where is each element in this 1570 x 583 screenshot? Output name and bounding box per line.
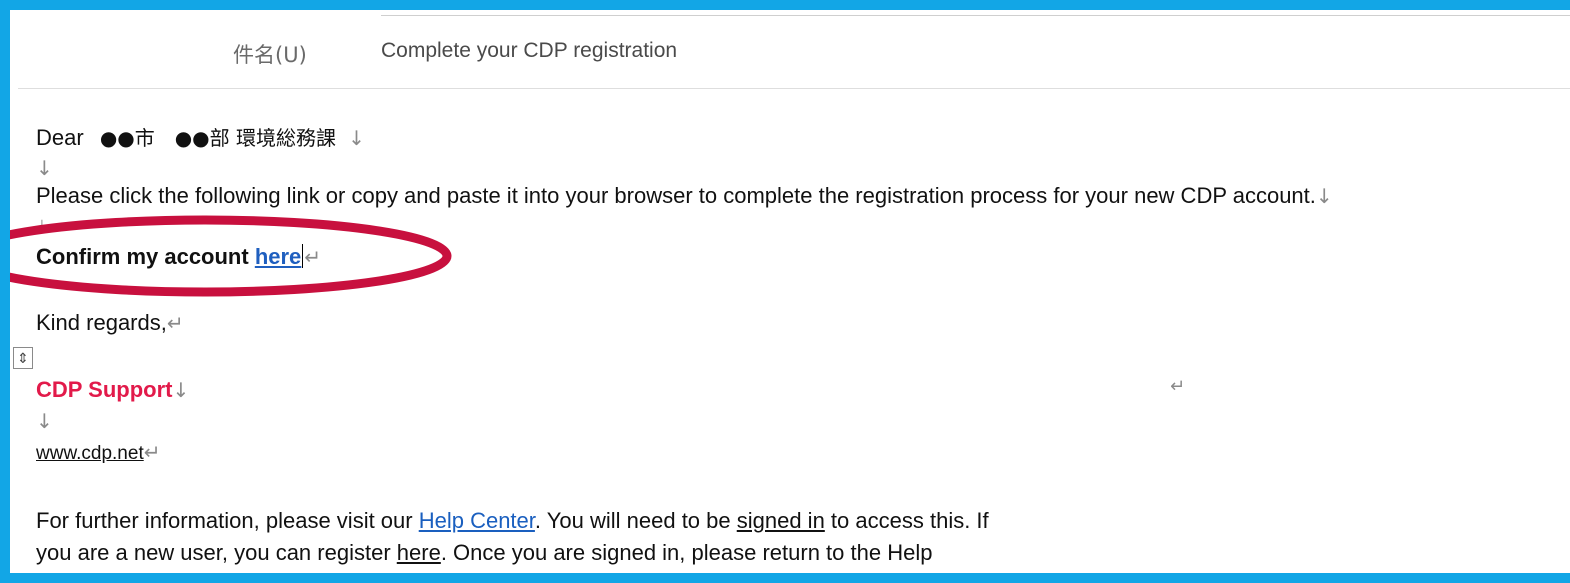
highlight-annotation <box>0 215 452 297</box>
highlight-ellipse <box>0 215 452 297</box>
table-move-handle-icon[interactable]: ⇕ <box>13 347 33 369</box>
